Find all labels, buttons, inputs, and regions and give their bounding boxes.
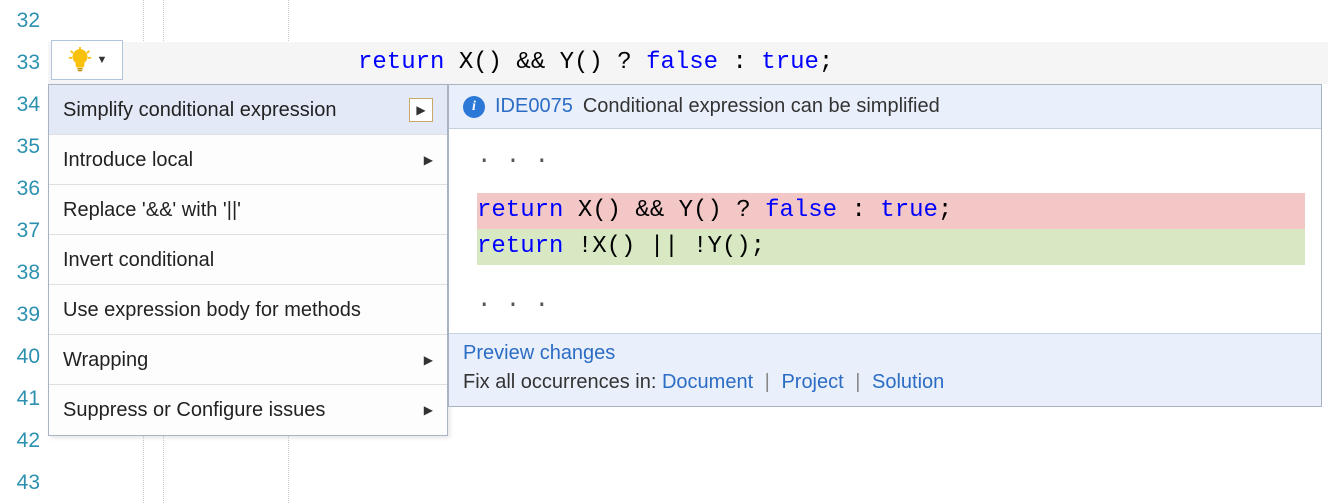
menu-item[interactable]: Introduce local ▶ (49, 135, 447, 185)
chevron-down-icon: ▼ (97, 54, 108, 66)
menu-item-label: Invert conditional (63, 235, 214, 285)
separator: | (850, 371, 866, 393)
fix-scope-link[interactable]: Solution (872, 371, 944, 393)
menu-item[interactable]: Wrapping ▶ (49, 335, 447, 385)
preview-footer: Preview changes Fix all occurrences in: … (449, 333, 1321, 406)
fix-occurrences-row: Fix all occurrences in: Document | Proje… (463, 371, 1307, 394)
fix-scope-link[interactable]: Project (781, 371, 843, 393)
menu-item[interactable]: Invert conditional (49, 235, 447, 285)
diff-removed-line: return X() && Y() ? false : true; (477, 193, 1305, 229)
menu-item[interactable]: Simplify conditional expression ▶ (49, 85, 447, 135)
ellipsis: . . . (477, 139, 1321, 175)
submenu-arrow-icon: ▶ (424, 335, 433, 385)
code-text: return X() && Y() ? false : true; (358, 42, 833, 84)
lightbulb-button[interactable]: ▼ (51, 40, 123, 80)
menu-item-label: Use expression body for methods (63, 285, 361, 335)
line-number: 40 (0, 336, 48, 378)
line-number: 32 (0, 0, 48, 42)
refactor-preview: i IDE0075 Conditional expression can be … (448, 84, 1322, 407)
diff-added-line: return !X() || !Y(); (477, 229, 1305, 265)
quick-actions-menu: Simplify conditional expression▶Introduc… (48, 84, 448, 436)
line-number: 38 (0, 252, 48, 294)
ellipsis: . . . (477, 283, 1321, 319)
code-area[interactable]: return X() && Y() ? false : true; ▼ Simp… (48, 0, 1328, 503)
fix-scope-link[interactable]: Document (662, 371, 753, 393)
submenu-arrow-icon: ▶ (424, 135, 433, 185)
menu-item-label: Simplify conditional expression (63, 85, 336, 135)
menu-item[interactable]: Use expression body for methods (49, 285, 447, 335)
preview-header: i IDE0075 Conditional expression can be … (449, 85, 1321, 129)
preview-body: . . . return X() && Y() ? false : true; … (449, 129, 1321, 333)
preview-changes-link[interactable]: Preview changes (463, 342, 615, 365)
line-number: 42 (0, 420, 48, 462)
menu-item[interactable]: Suppress or Configure issues ▶ (49, 385, 447, 435)
menu-item-label: Introduce local (63, 135, 193, 185)
separator: | (759, 371, 775, 393)
fix-label: Fix all occurrences in: (463, 371, 662, 393)
submenu-arrow-icon: ▶ (424, 385, 433, 435)
lightbulb-icon (67, 47, 93, 73)
diagnostic-code[interactable]: IDE0075 (495, 95, 573, 118)
menu-item[interactable]: Replace '&&' with '||' (49, 185, 447, 235)
diagnostic-message: Conditional expression can be simplified (583, 95, 940, 118)
line-number: 33 (0, 42, 48, 84)
menu-item-label: Suppress or Configure issues (63, 385, 325, 435)
line-number-gutter: 323334353637383940414243 (0, 0, 48, 503)
line-number: 39 (0, 294, 48, 336)
submenu-arrow-icon: ▶ (409, 98, 433, 122)
line-number: 34 (0, 84, 48, 126)
line-number: 37 (0, 210, 48, 252)
code-line[interactable]: return X() && Y() ? false : true; (48, 42, 1328, 84)
menu-item-label: Wrapping (63, 335, 148, 385)
info-icon: i (463, 96, 485, 118)
code-editor: 323334353637383940414243 return X() && Y… (0, 0, 1328, 503)
line-number: 43 (0, 462, 48, 504)
line-number: 41 (0, 378, 48, 420)
line-number: 36 (0, 168, 48, 210)
menu-item-label: Replace '&&' with '||' (63, 185, 241, 235)
line-number: 35 (0, 126, 48, 168)
